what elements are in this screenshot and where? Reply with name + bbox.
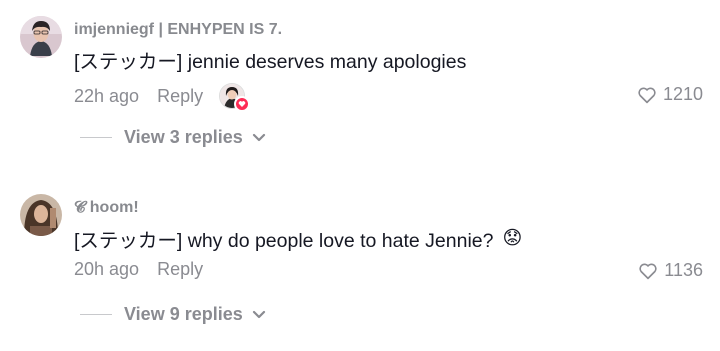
divider (80, 137, 112, 138)
comments-panel: imjenniegf | ENHYPEN IS 7. [ステッカー] jenni… (0, 0, 720, 351)
view-replies-button[interactable]: View 3 replies (80, 127, 266, 148)
heart-badge-icon (234, 96, 251, 112)
creator-liked-indicator (219, 83, 251, 112)
comment-text: [ステッカー] jennie deserves many apologies (74, 45, 466, 74)
comment-text-content: [ステッカー] jennie deserves many apologies (74, 51, 467, 73)
comment-meta: 22h ago Reply (74, 83, 251, 112)
comment-username[interactable]: imjenniegf | ENHYPEN IS 7. (74, 21, 282, 39)
view-replies-label: View 3 replies (124, 127, 243, 147)
reply-button[interactable]: Reply (157, 86, 203, 107)
like-count: 1136 (664, 260, 703, 280)
view-replies-button[interactable]: View 9 replies (80, 304, 266, 325)
view-replies-label: View 9 replies (124, 304, 243, 324)
comment-timestamp: 20h ago (74, 259, 140, 279)
avatar[interactable] (20, 194, 62, 236)
chevron-down-icon (252, 133, 266, 142)
heart-outline-icon (639, 262, 657, 279)
divider (80, 314, 112, 315)
comment-timestamp: 22h ago (74, 85, 140, 106)
like-button[interactable]: 1136 (638, 260, 703, 281)
avatar[interactable] (20, 16, 62, 58)
comment-text-content: [ステッカー] why do people love to hate Jenni… (74, 230, 494, 252)
reply-button[interactable]: Reply (157, 259, 203, 280)
heart-outline-icon (638, 86, 656, 103)
like-button[interactable]: 1210 (637, 84, 703, 105)
chevron-down-icon (252, 310, 266, 319)
comment-meta: 20h ago Reply (74, 259, 203, 280)
worried-face-emoji: 😟 (502, 228, 523, 249)
comment-text: [ステッカー] why do people love to hate Jenni… (74, 224, 522, 253)
like-count: 1210 (662, 84, 703, 104)
comment-username[interactable]: 𝓒 hoom! (74, 199, 139, 217)
